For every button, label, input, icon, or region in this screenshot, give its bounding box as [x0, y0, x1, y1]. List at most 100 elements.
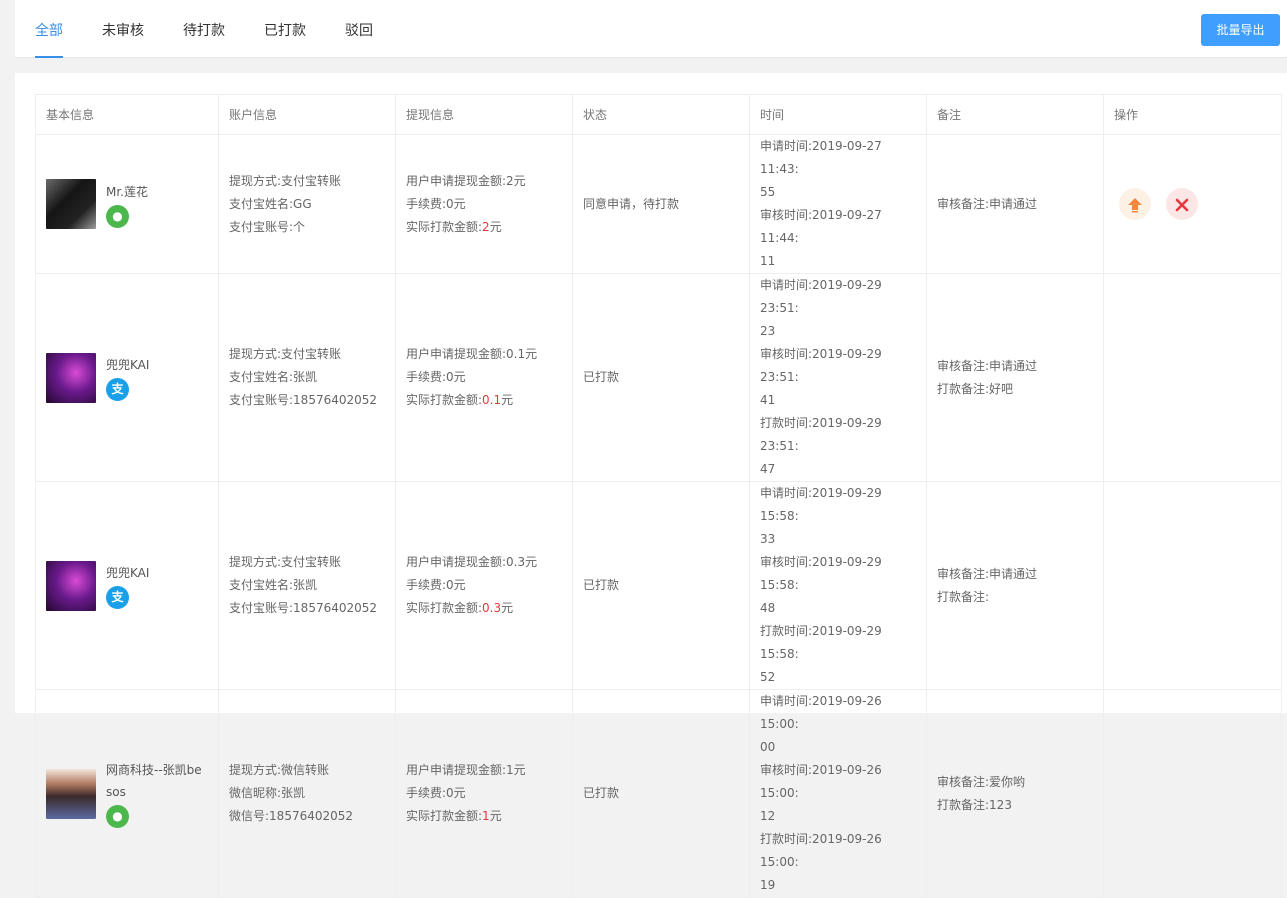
time-line: 00: [760, 740, 776, 754]
withdraw-info-cell: 用户申请提现金额:0.1元 手续费:0元 实际打款金额:0.1元: [395, 273, 573, 482]
review-remark: 审核备注:爱你哟: [937, 774, 1026, 789]
tab-pending-payment[interactable]: 待打款: [183, 0, 225, 58]
withdraw-info-cell: 用户申请提现金额:1元 手续费:0元 实际打款金额:1元: [395, 689, 573, 898]
account-number: 支付宝账号:18576402052: [229, 393, 378, 407]
alipay-icon: 支: [106, 378, 129, 401]
remark-cell: 审核备注:爱你哟 打款备注:123: [926, 689, 1104, 898]
col-header-withdraw-info: 提现信息: [395, 94, 573, 135]
batch-export-button[interactable]: 批量导出: [1201, 14, 1280, 46]
actions-cell: [1103, 273, 1282, 482]
time-line: 审核时间:2019-09-26 15:00:: [760, 763, 882, 800]
time-cell: 申请时间:2019-09-26 15:00: 00 审核时间:2019-09-2…: [749, 689, 927, 898]
actions-cell: [1103, 689, 1282, 898]
status-cell: 已打款: [572, 273, 750, 482]
account-name: 支付宝姓名:张凯: [229, 578, 318, 592]
time-line: 41: [760, 393, 776, 407]
withdraw-method: 提现方式:微信转账: [229, 763, 330, 777]
time-line: 打款时间:2019-09-26 15:00:: [760, 832, 882, 869]
time-line: 审核时间:2019-09-29 15:58:: [760, 555, 882, 592]
review-remark: 审核备注:申请通过: [937, 196, 1038, 211]
actual-amount-unit: 元: [501, 393, 514, 407]
col-header-basic-info: 基本信息: [35, 94, 219, 135]
user-nickname: Mr.莲花: [106, 184, 149, 199]
time-line: 申请时间:2019-09-29 15:58:: [760, 486, 882, 523]
fee: 手续费:0元: [406, 196, 466, 211]
tab-unreviewed[interactable]: 未审核: [102, 0, 144, 58]
account-name: 支付宝姓名:GG: [229, 196, 312, 211]
apply-amount: 用户申请提现金额:1元: [406, 763, 526, 777]
tab-paid[interactable]: 已打款: [264, 0, 306, 58]
basic-info-cell: 网商科技--张凯be sos ●: [35, 689, 219, 898]
actions-cell: [1103, 481, 1282, 690]
apply-amount: 用户申请提现金额:0.3元: [406, 555, 538, 569]
time-line: 12: [760, 809, 776, 823]
actual-amount: 实际打款金额:2元: [406, 216, 562, 239]
actual-amount-unit: 元: [489, 219, 502, 234]
table-row: 网商科技--张凯be sos ● 提现方式:微信转账 微信昵称:张凯 微信号:1…: [35, 689, 1282, 898]
time-line: 23: [760, 324, 776, 338]
time-line: 48: [760, 601, 776, 615]
fee: 手续费:0元: [406, 370, 466, 384]
actions-cell: [1103, 134, 1282, 274]
time-line: 47: [760, 462, 776, 476]
time-line: 19: [760, 878, 776, 892]
avatar: [46, 768, 96, 819]
user-nickname: 兜兜KAI: [106, 358, 150, 372]
review-remark: 审核备注:申请通过: [937, 358, 1038, 373]
reject-button[interactable]: [1166, 188, 1198, 220]
approve-button[interactable]: [1119, 188, 1151, 220]
actual-amount-value: 0.1: [482, 393, 502, 407]
time-cell: 申请时间:2019-09-29 15:58: 33 审核时间:2019-09-2…: [749, 481, 927, 690]
col-header-actions: 操作: [1103, 94, 1282, 135]
basic-info-cell: 兜兜KAI 支: [35, 273, 219, 482]
withdraw-method: 提现方式:支付宝转账: [229, 347, 342, 361]
fee: 手续费:0元: [406, 578, 466, 592]
table-row: 兜兜KAI 支 提现方式:支付宝转账 支付宝姓名:张凯 支付宝账号:185764…: [35, 481, 1282, 690]
withdrawal-table-panel: 基本信息 账户信息 提现信息 状态 时间 备注 操作 Mr.莲花 ● 提现方式:…: [15, 73, 1287, 898]
avatar: [46, 352, 96, 403]
account-name: 支付宝姓名:张凯: [229, 370, 318, 384]
actual-amount-unit: 元: [501, 601, 514, 615]
actual-amount: 实际打款金额:0.3元: [406, 597, 562, 620]
time-line: 33: [760, 532, 776, 546]
payment-remark: 打款备注:好吧: [937, 381, 1014, 396]
account-number: 微信号:18576402052: [229, 809, 354, 823]
status-cell: 同意申请，待打款: [572, 134, 750, 274]
time-line: 11: [760, 254, 776, 268]
payment-remark: 打款备注:: [937, 589, 990, 604]
basic-info-cell: Mr.莲花 ●: [35, 134, 219, 274]
user-nickname-cont: sos: [106, 785, 126, 799]
avatar: [46, 560, 96, 611]
account-number: 支付宝账号:18576402052: [229, 601, 378, 615]
actual-amount: 实际打款金额:1元: [406, 805, 562, 828]
actual-amount-value: 0.3: [482, 601, 502, 615]
status-tabs: 全部 未审核 待打款 已打款 驳回: [35, 0, 412, 58]
close-icon: [1175, 198, 1189, 211]
account-info-cell: 提现方式:支付宝转账 支付宝姓名:GG 支付宝账号:个: [218, 134, 396, 274]
account-info-cell: 提现方式:支付宝转账 支付宝姓名:张凯 支付宝账号:18576402052: [218, 273, 396, 482]
time-line: 审核时间:2019-09-29 23:51:: [760, 347, 882, 384]
table-row: Mr.莲花 ● 提现方式:支付宝转账 支付宝姓名:GG 支付宝账号:个 用户申请…: [35, 134, 1282, 274]
status-cell: 已打款: [572, 689, 750, 898]
account-info-cell: 提现方式:支付宝转账 支付宝姓名:张凯 支付宝账号:18576402052: [218, 481, 396, 690]
col-header-status: 状态: [572, 94, 750, 135]
time-cell: 申请时间:2019-09-29 23:51: 23 审核时间:2019-09-2…: [749, 273, 927, 482]
tab-rejected[interactable]: 驳回: [345, 0, 373, 58]
remark-cell: 审核备注:申请通过 打款备注:: [926, 481, 1104, 690]
actual-amount-label: 实际打款金额:: [406, 393, 483, 407]
account-name: 微信昵称:张凯: [229, 786, 306, 800]
col-header-account-info: 账户信息: [218, 94, 396, 135]
time-line: 申请时间:2019-09-27 11:43:: [760, 139, 882, 176]
withdraw-method: 提现方式:支付宝转账: [229, 173, 342, 188]
wechat-icon: ●: [106, 204, 129, 228]
time-line: 申请时间:2019-09-29 23:51:: [760, 278, 882, 315]
actual-amount-value: 1: [482, 809, 490, 823]
alipay-icon: 支: [106, 586, 129, 609]
actual-amount-value: 2: [482, 219, 490, 234]
actual-amount-unit: 元: [489, 809, 502, 823]
time-line: 52: [760, 670, 776, 684]
tab-all[interactable]: 全部: [35, 0, 63, 58]
fee: 手续费:0元: [406, 786, 466, 800]
remark-cell: 审核备注:申请通过: [926, 134, 1104, 274]
avatar: [46, 179, 96, 229]
